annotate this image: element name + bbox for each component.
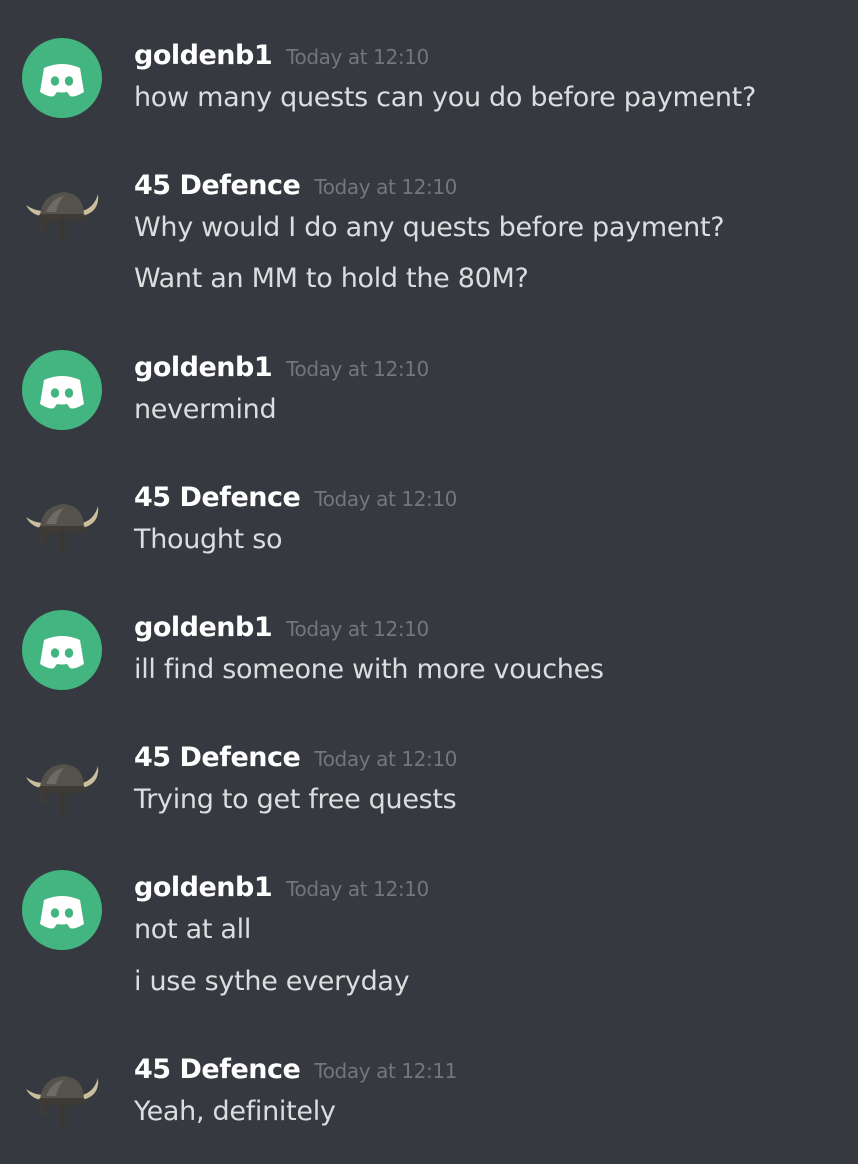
message-header: goldenb1 Today at 12:10 <box>134 40 429 80</box>
timestamp: Today at 12:10 <box>286 357 429 381</box>
message-text: Thought so <box>134 524 283 555</box>
chat-message-list: goldenb1 Today at 12:10 how many quests c… <box>0 0 858 1164</box>
username[interactable]: goldenb1 <box>134 40 273 71</box>
viking-helmet-icon[interactable] <box>22 480 102 560</box>
discord-logo-icon[interactable] <box>22 870 102 950</box>
username[interactable]: 45 Defence <box>134 742 301 773</box>
viking-helmet-icon[interactable] <box>22 168 102 248</box>
discord-logo-icon[interactable] <box>22 610 102 690</box>
timestamp: Today at 12:10 <box>286 877 429 901</box>
username[interactable]: 45 Defence <box>134 1054 301 1085</box>
timestamp: Today at 12:11 <box>314 1059 457 1083</box>
message-header: 45 Defence Today at 12:11 <box>134 1054 457 1094</box>
discord-logo-icon[interactable] <box>22 38 102 118</box>
viking-helmet-icon[interactable] <box>22 1052 102 1132</box>
timestamp: Today at 12:10 <box>286 45 429 69</box>
timestamp: Today at 12:10 <box>314 487 457 511</box>
message-text: Yeah, definitely <box>134 1096 336 1127</box>
message-text: how many quests can you do before paymen… <box>134 82 756 113</box>
message-header: goldenb1 Today at 12:10 <box>134 872 429 912</box>
username[interactable]: goldenb1 <box>134 872 273 903</box>
message-header: 45 Defence Today at 12:10 <box>134 742 457 782</box>
message-text: not at all <box>134 914 252 945</box>
message-text: nevermind <box>134 394 277 425</box>
message-text: Want an MM to hold the 80M? <box>134 263 529 294</box>
message-header: 45 Defence Today at 12:10 <box>134 482 457 522</box>
timestamp: Today at 12:10 <box>286 617 429 641</box>
username[interactable]: goldenb1 <box>134 612 273 643</box>
message-text: Why would I do any quests before payment… <box>134 212 725 243</box>
viking-helmet-icon[interactable] <box>22 740 102 820</box>
timestamp: Today at 12:10 <box>314 747 457 771</box>
username[interactable]: 45 Defence <box>134 170 301 201</box>
message-header: goldenb1 Today at 12:10 <box>134 352 429 392</box>
message-text: i use sythe everyday <box>134 966 410 997</box>
timestamp: Today at 12:10 <box>314 175 457 199</box>
username[interactable]: goldenb1 <box>134 352 273 383</box>
message-text: Trying to get free quests <box>134 784 457 815</box>
message-text: ill find someone with more vouches <box>134 654 604 685</box>
message-header: goldenb1 Today at 12:10 <box>134 612 429 652</box>
username[interactable]: 45 Defence <box>134 482 301 513</box>
message-header: 45 Defence Today at 12:10 <box>134 170 457 210</box>
discord-logo-icon[interactable] <box>22 350 102 430</box>
